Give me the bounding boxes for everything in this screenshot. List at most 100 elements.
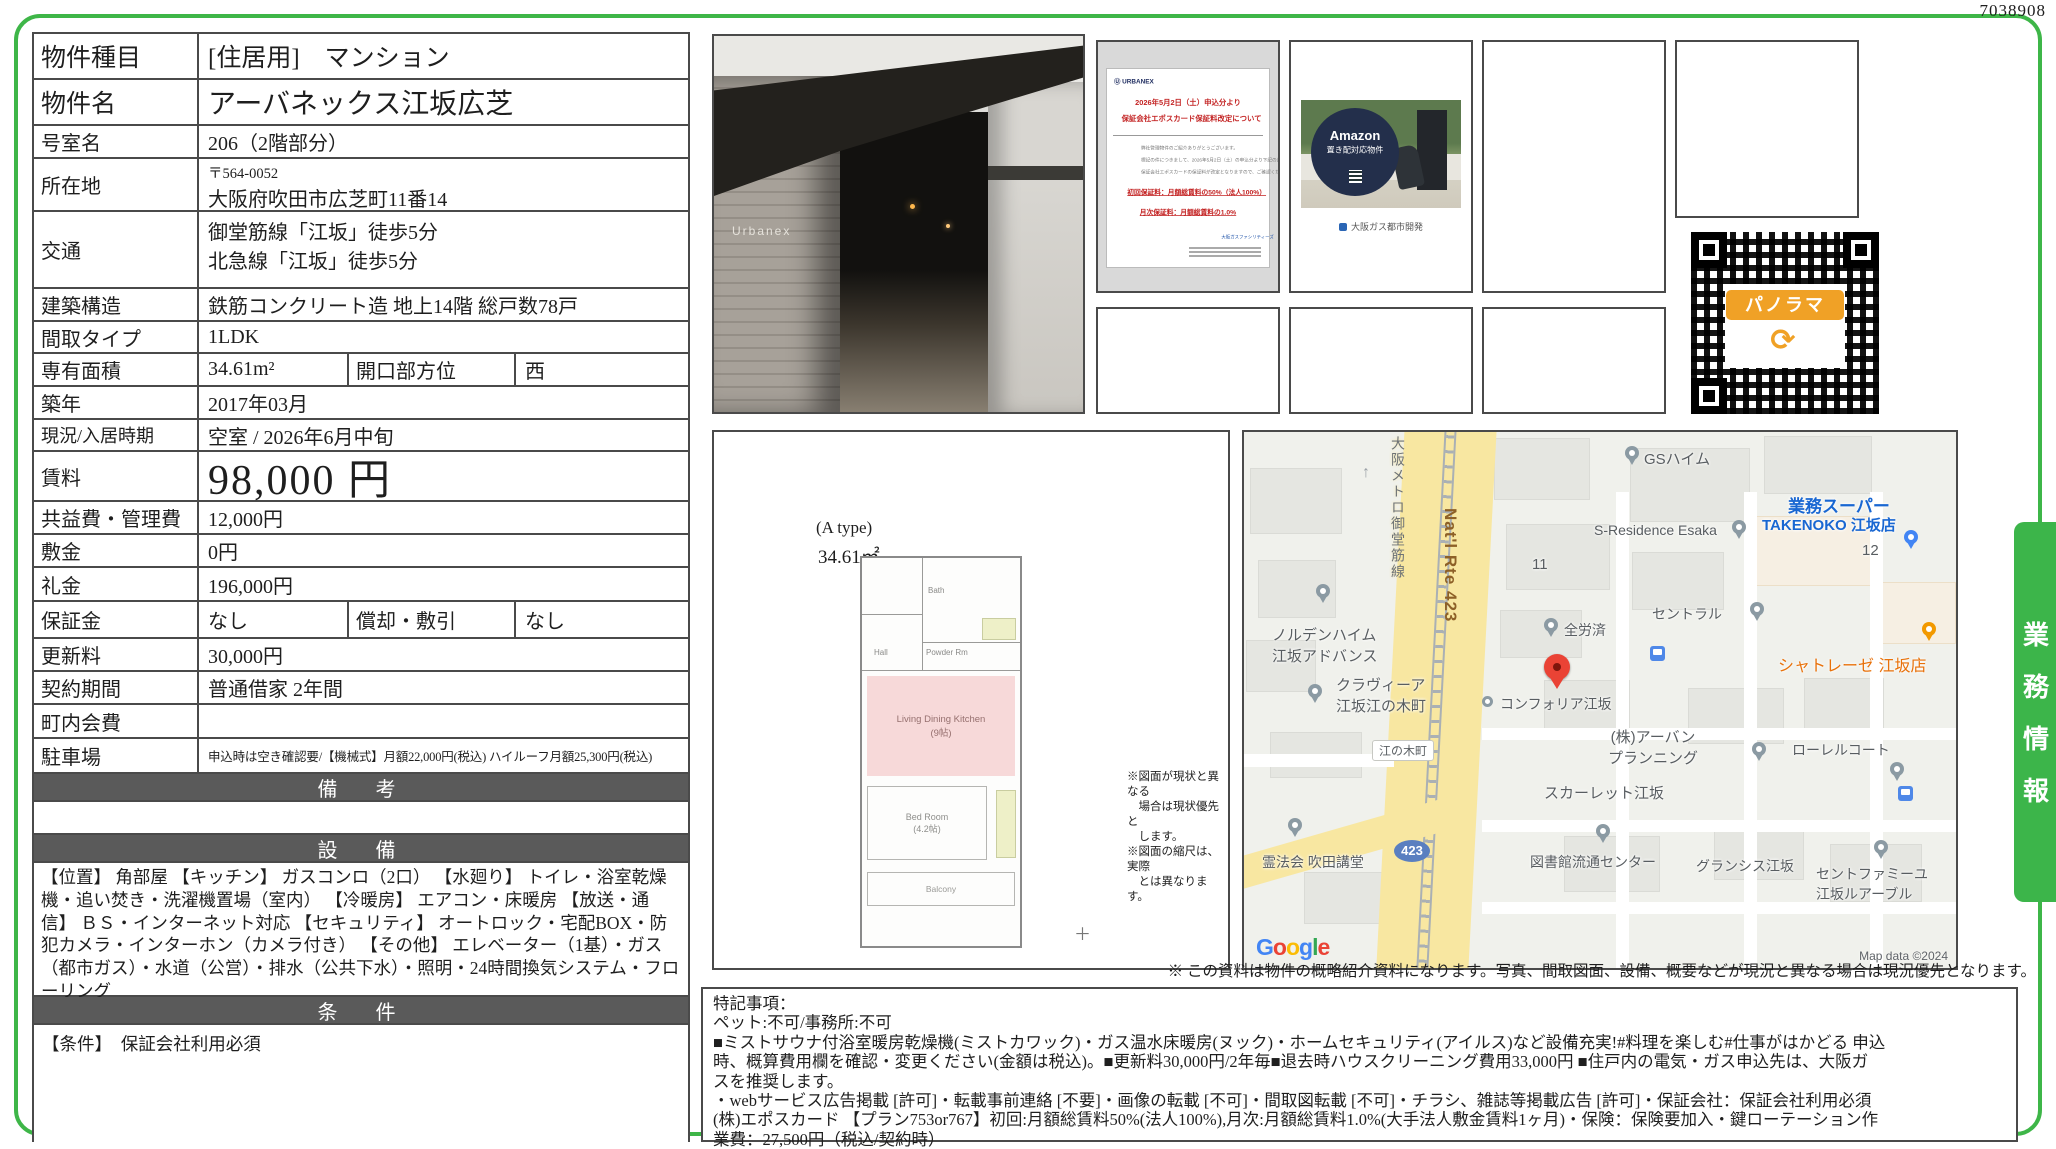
remarks-line: 時、概算費用欄を確認・変更ください(金額は税込)。■更新料30,000円/2年毎… — [713, 1052, 2006, 1071]
row-value: [住居用] マンション — [199, 34, 688, 78]
address: 大阪府吹田市広芝町11番14 — [208, 183, 447, 212]
photo-slot-empty — [1096, 307, 1280, 414]
row-value: 30,000円 — [199, 639, 688, 670]
map-pin-icon — [1750, 602, 1764, 616]
row-label: 敷金 — [34, 535, 199, 566]
photo-slot-empty — [1482, 307, 1666, 414]
mini-qr-icon — [1349, 170, 1362, 183]
table-row: 建築構造 鉄筋コンクリート造 地上14階 総戸数78戸 — [34, 289, 688, 322]
table-row: 保証金 なし 償却・敷引 なし — [34, 602, 688, 639]
row-value: 34.61m² — [199, 354, 347, 385]
conditions-text: 【条件】 保証会社利用必須 — [34, 1025, 269, 1142]
remarks-line: ペット:不可/事務所:不可 — [713, 1013, 2006, 1032]
panorama-rotate-icon: ⟳ — [1752, 326, 1814, 356]
map-label-takenoko: TAKENOKO 江坂店 — [1762, 514, 1896, 535]
room-powder: Powder Rm — [926, 648, 968, 657]
remarks-line: ・webサービス広告掲載 [許可]・転載事前連絡 [不要]・画像の転載 [不可]… — [713, 1091, 2006, 1110]
map-label-saint-famille: セントファミーユ江坂ルアーブル — [1816, 864, 1928, 904]
main-photo: Urbanex — [712, 34, 1085, 414]
section-bar-remarks: 備 考 — [34, 774, 688, 802]
map-label-enokicho: 江の木町 — [1372, 740, 1434, 761]
row-label: 駐車場 — [34, 739, 199, 772]
table-row: 賃料 98,000 円 — [34, 452, 688, 502]
row-value: 2017年03月 — [199, 387, 688, 418]
property-location-pin — [1544, 654, 1570, 680]
row-value: 206（2階部分） — [199, 126, 688, 157]
photo-slot-empty — [1289, 307, 1473, 414]
tab-gyomu-joho[interactable]: 業務情報 — [2014, 522, 2056, 902]
bus-stop-icon — [1650, 646, 1665, 661]
flyer-epos-notice: Ⓤ URBANEX 2026年5月2日（土）申込分より 保証会社エポスカード保証… — [1096, 40, 1280, 293]
table-row: 号室名 206（2階部分） — [34, 126, 688, 159]
photo-watermark: Urbanex — [732, 224, 791, 238]
floorplan-type: (A type) — [816, 518, 872, 538]
row-label: 築年 — [34, 387, 199, 418]
map-pin-icon — [1922, 622, 1936, 636]
panorama-badge[interactable]: パノラマ — [1726, 290, 1844, 320]
table-row: 礼金 196,000円 — [34, 568, 688, 602]
rent-amount: 98,000 円 — [199, 452, 688, 500]
amazon-badge: Amazon 置き配対応物件 — [1311, 108, 1399, 196]
row-value: なし — [199, 602, 347, 637]
row-label: 契約期間 — [34, 672, 199, 703]
remarks-line: (株)エポスカード 【プラン753or767】初回:月額総賃料50%(法人100… — [713, 1110, 2006, 1129]
remarks-line: 業費：27,500円（税込/契約時） — [713, 1130, 2006, 1149]
row-label-2: 償却・敷引 — [347, 602, 516, 637]
oneway-arrow-icon: ↑ — [1362, 464, 1370, 482]
row-value: 12,000円 — [199, 502, 688, 533]
row-value: 1LDK — [199, 322, 688, 352]
property-table: 物件種目 [住居用] マンション 物件名 アーバネックス江坂広芝 号室名 206… — [32, 32, 690, 1142]
disclaimer-note: ※ この資料は物件の概略紹介資料になります。写真、間取図面、設備、概要などが現況… — [1168, 959, 2036, 981]
row-label: 物件名 — [34, 80, 199, 124]
map-label-chateraise: シャトレーゼ 江坂店 — [1778, 652, 1926, 676]
transit-line-2: 北急線「江坂」徒歩5分 — [208, 245, 418, 274]
flyer-point-1: 初回保証料：月額総賃料の50%（法人100%） — [1127, 187, 1249, 197]
table-row: 契約期間 普通借家 2年間 — [34, 672, 688, 705]
table-row: 物件名 アーバネックス江坂広芝 — [34, 80, 688, 126]
remarks-empty-row — [34, 802, 688, 835]
map-pin-icon — [1904, 530, 1918, 544]
room-bath: Bath — [928, 586, 944, 595]
row-label: 号室名 — [34, 126, 199, 157]
map-label-sresidence: S-Residence Esaka — [1594, 522, 1717, 538]
table-row: 交通 御堂筋線「江坂」徒歩5分 北急線「江坂」徒歩5分 — [34, 212, 688, 289]
row-label: 現況/入居時期 — [34, 420, 199, 450]
equipment-text: 【位置】 角部屋 【キッチン】 ガスコンロ（2口） 【水廻り】 トイレ・浴室乾燥… — [34, 863, 688, 995]
row-label-2: 開口部方位 — [347, 354, 516, 385]
flyer-title-1: 2026年5月2日（土）申込分より — [1122, 97, 1255, 108]
table-row: 間取タイプ 1LDK — [34, 322, 688, 354]
row-label: 町内会費 — [34, 705, 199, 737]
map-pin-icon — [1625, 446, 1639, 460]
room-ldk: Living Dining Kitchen(9帖) — [867, 676, 1015, 776]
row-label: 建築構造 — [34, 289, 199, 320]
map-label-central: セントラル — [1652, 604, 1722, 624]
map-label-comforia: コンフォリア江坂 — [1500, 694, 1612, 714]
google-map-embed[interactable]: 大阪メトロ御堂筋線 Nat'l Rte 423 ↑ GSハイム 業務スーパー T… — [1242, 430, 1958, 970]
row-label: 礼金 — [34, 568, 199, 600]
row-label: 専有面積 — [34, 354, 199, 385]
osaka-gas-icon — [1339, 223, 1347, 231]
section-bar-equipment: 設 備 — [34, 835, 688, 863]
conditions-row: 【条件】 保証会社利用必須 — [34, 1025, 688, 1142]
postal-code: 〒564-0052 — [208, 162, 278, 183]
map-pin-icon — [1596, 824, 1610, 838]
floorplan-notes: ※図面が現状と異なる 場合は現状優先と します。 ※図面の縮尺は、実際 とは異な… — [1127, 770, 1227, 905]
row-label: 交通 — [34, 212, 199, 287]
map-label-nordenheim: ノルデンハイム江坂アドバンス — [1272, 624, 1377, 666]
table-row: 町内会費 — [34, 705, 688, 739]
row-value — [199, 705, 688, 737]
floorplan-drawing: Bath Hall Powder Rm Living Dining Kitche… — [860, 556, 1022, 948]
table-row: 敷金 0円 — [34, 535, 688, 568]
map-pin-icon — [1482, 696, 1493, 707]
map-pin-icon — [1890, 762, 1904, 776]
map-pin-icon — [1316, 584, 1330, 598]
transit-line-1: 御堂筋線「江坂」徒歩5分 — [208, 216, 438, 245]
row-value: 0円 — [199, 535, 688, 566]
table-row: 物件種目 [住居用] マンション — [34, 34, 688, 80]
map-label-clavier: クラヴィーア江坂江の木町 — [1336, 674, 1426, 716]
compass-mark: ＋ — [1074, 920, 1091, 945]
map-pin-icon — [1732, 520, 1746, 534]
map-label-library-center: 図書館流通センター — [1530, 852, 1656, 872]
map-label-scarlet: スカーレット江坂 — [1544, 782, 1664, 803]
google-logo: Google — [1256, 934, 1329, 961]
